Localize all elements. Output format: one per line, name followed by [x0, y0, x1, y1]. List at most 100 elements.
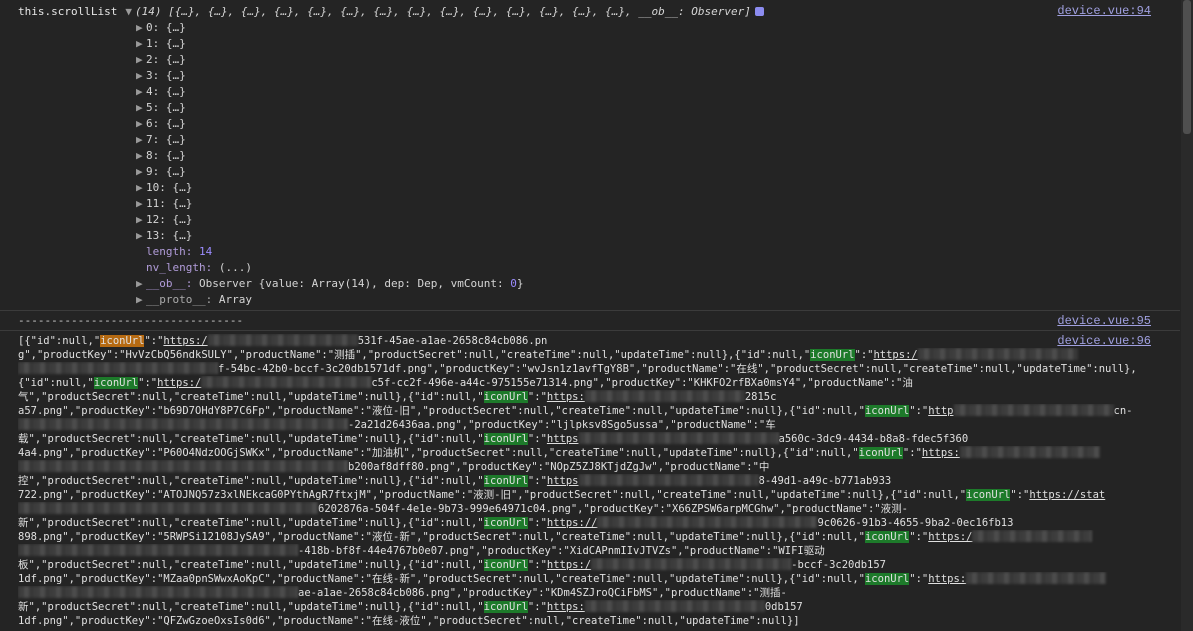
- json-text: ":": [902, 447, 922, 459]
- json-line: 新","productSecret":null,"createTime":nul…: [18, 516, 1158, 530]
- ob-vmcount: 0: [510, 277, 517, 290]
- json-text: ":": [138, 377, 158, 389]
- json-line: f-54bc-42b0-bccf-3c20db1571df.png","prod…: [18, 362, 1158, 376]
- log-entry-header[interactable]: this.scrollList ▼ (14) [{…}, {…}, {…}, {…}…: [18, 5, 764, 18]
- expand-triangle-icon[interactable]: ▶: [136, 116, 146, 132]
- array-item-row[interactable]: ▶ 4: {…}: [136, 84, 186, 100]
- array-item-row[interactable]: ▶ 0: {…}: [136, 20, 186, 36]
- json-text: ae-a1ae-2658c84cb086.png","productKey":"…: [298, 587, 787, 599]
- search-match: iconUrl: [483, 475, 528, 487]
- item-value: {…}: [172, 181, 193, 194]
- json-line: 1df.png","productKey":"QFZwGzoeOxsIs0d6"…: [18, 614, 1158, 628]
- json-line: 6202876a-504f-4e1e-9b73-999e64971c04.png…: [18, 502, 1158, 516]
- array-item-row[interactable]: ▶ 5: {…}: [136, 100, 186, 116]
- array-preview[interactable]: (14) [{…}, {…}, {…}, {…}, {…}, {…}, {…},…: [135, 5, 751, 18]
- expand-triangle-icon[interactable]: ▶: [136, 164, 146, 180]
- expand-triangle-icon[interactable]: ▶: [136, 68, 146, 84]
- redacted-blur: [972, 530, 1093, 542]
- array-item-row[interactable]: ▶ 7: {…}: [136, 132, 186, 148]
- expand-triangle-icon[interactable]: ▶: [136, 84, 146, 100]
- item-index: 3:: [146, 69, 160, 82]
- expand-triangle-icon[interactable]: ▶: [136, 132, 146, 148]
- array-item-row[interactable]: ▶ 3: {…}: [136, 68, 186, 84]
- json-text: ":": [527, 475, 547, 487]
- json-line: 4a4.png","productKey":"P60O4NdzOOGjSWKx"…: [18, 446, 1158, 460]
- search-match-current: iconUrl: [100, 335, 145, 347]
- expand-triangle-icon[interactable]: ▶: [136, 180, 146, 196]
- expand-triangle-icon[interactable]: ▶: [136, 20, 146, 36]
- item-index: 11:: [146, 197, 166, 210]
- array-item-row[interactable]: ▶ 13: {…}: [136, 228, 192, 244]
- item-value: {…}: [165, 21, 186, 34]
- item-index: 5:: [146, 101, 160, 114]
- json-line: 板","productSecret":null,"createTime":nul…: [18, 558, 1158, 572]
- array-item-row[interactable]: ▶ 9: {…}: [136, 164, 186, 180]
- json-text: 9c0626-91b3-4655-9ba2-0ec16fb13: [817, 517, 1014, 529]
- proto-property[interactable]: ▶ __proto__: Array: [136, 292, 252, 308]
- redacted-blur: [597, 516, 818, 528]
- redacted-blur: [18, 544, 298, 556]
- array-item-row[interactable]: ▶ 10: {…}: [136, 180, 192, 196]
- url-text: https:/: [546, 559, 592, 571]
- source-link-94[interactable]: device.vue:94: [1057, 4, 1151, 18]
- collapse-triangle-icon[interactable]: ▼: [125, 5, 132, 18]
- item-index: 13:: [146, 229, 166, 242]
- ob-property[interactable]: ▶ __ob__: Observer {value: Array(14), dep…: [136, 276, 524, 292]
- expand-triangle-icon[interactable]: ▶: [136, 36, 146, 52]
- json-text: ":": [1010, 489, 1030, 501]
- json-text: f-54bc-42b0-bccf-3c20db1571df.png","prod…: [218, 363, 1137, 375]
- json-text: b200af8dff80.png","productKey":"NOpZ5ZJ8…: [348, 461, 770, 473]
- item-value: {…}: [165, 101, 186, 114]
- proto-value: Array: [218, 293, 252, 306]
- redacted-blur: [917, 348, 1078, 360]
- proto-key: __proto__:: [146, 293, 213, 306]
- json-text: ":": [527, 559, 547, 571]
- nv-length-property[interactable]: nv_length: (...): [146, 260, 252, 276]
- expand-triangle-icon[interactable]: ▶: [136, 196, 146, 212]
- search-match: iconUrl: [864, 573, 910, 585]
- array-item-row[interactable]: ▶ 2: {…}: [136, 52, 186, 68]
- json-text: ":": [527, 433, 547, 445]
- expand-triangle-icon[interactable]: ▶: [136, 100, 146, 116]
- search-match: iconUrl: [810, 349, 855, 361]
- array-item-row[interactable]: ▶ 6: {…}: [136, 116, 186, 132]
- json-text: ":": [909, 405, 929, 417]
- source-link-95[interactable]: device.vue:95: [1057, 314, 1151, 328]
- item-index: 8:: [146, 149, 160, 162]
- json-text: 4a4.png","productKey":"P60O4NdzOOGjSWKx"…: [18, 447, 859, 459]
- json-line: -2a21d26436aa.png","productKey":"ljlpksv…: [18, 418, 1158, 432]
- scrollbar-thumb[interactable]: [1183, 0, 1191, 134]
- json-line: ae-a1ae-2658c84cb086.png","productKey":"…: [18, 586, 1158, 600]
- expand-triangle-icon[interactable]: ▶: [136, 228, 146, 244]
- search-match: iconUrl: [864, 531, 910, 543]
- url-text: https:: [928, 573, 967, 585]
- json-text: 531f-45ae-a1ae-2658c84cb086.pn: [357, 335, 548, 347]
- json-line: 载","productSecret":null,"createTime":nul…: [18, 432, 1158, 446]
- url-text: https:/: [163, 335, 208, 347]
- array-item-row[interactable]: ▶ 11: {…}: [136, 196, 192, 212]
- log-label: this.scrollList: [18, 5, 118, 18]
- expand-triangle-icon[interactable]: ▶: [136, 276, 146, 292]
- redacted-blur: [18, 502, 318, 514]
- array-item-row[interactable]: ▶ 8: {…}: [136, 148, 186, 164]
- expand-triangle-icon[interactable]: ▶: [136, 148, 146, 164]
- search-match: iconUrl: [483, 391, 528, 403]
- search-match: iconUrl: [93, 377, 139, 389]
- nv-length-key: nv_length:: [146, 261, 213, 274]
- json-text: 1df.png","productKey":"QFZwGzoeOxsIs0d6"…: [18, 615, 800, 627]
- json-text: ":": [527, 601, 547, 613]
- console-scrollbar[interactable]: [1181, 0, 1193, 631]
- search-match: iconUrl: [966, 489, 1011, 501]
- expand-triangle-icon[interactable]: ▶: [136, 52, 146, 68]
- expand-triangle-icon[interactable]: ▶: [136, 292, 146, 308]
- info-badge-icon[interactable]: [754, 7, 764, 16]
- json-text: {"id":null,": [18, 377, 94, 389]
- expand-triangle-icon[interactable]: ▶: [136, 212, 146, 228]
- item-value: {…}: [165, 117, 186, 130]
- json-text: 898.png","productKey":"5RWPSi12108JySA9"…: [18, 531, 865, 543]
- array-item-row[interactable]: ▶ 12: {…}: [136, 212, 192, 228]
- nv-length-value[interactable]: (...): [219, 261, 252, 274]
- url-text: https:/: [157, 377, 202, 389]
- array-item-row[interactable]: ▶ 1: {…}: [136, 36, 186, 52]
- length-key: length:: [146, 245, 193, 258]
